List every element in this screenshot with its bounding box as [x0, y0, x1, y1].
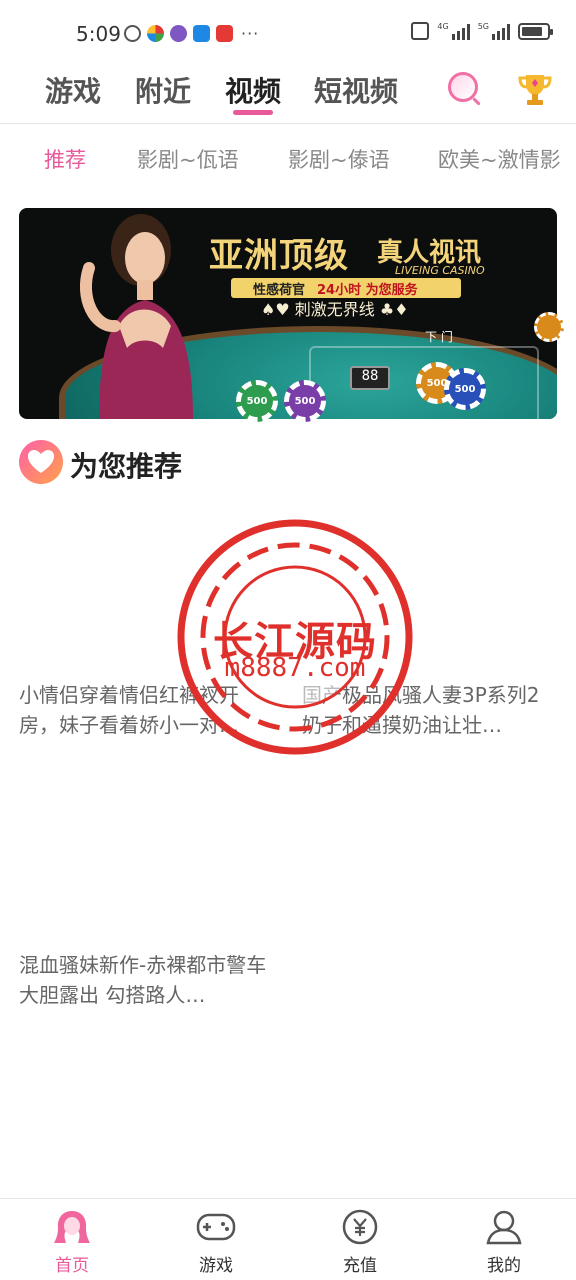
- status-bar: 5:09 ··· 4G 5G: [0, 0, 576, 62]
- trophy-icon[interactable]: [518, 72, 552, 108]
- banner-slogan: ♠♥ 刺激无界线 ♣♦: [261, 300, 409, 319]
- active-tab-indicator: [233, 110, 273, 115]
- flash-icon: [124, 25, 141, 42]
- tab-video[interactable]: 视频: [225, 70, 281, 110]
- ribbon-right-text: 24小时 为您服务: [317, 282, 418, 298]
- nav-games[interactable]: 游戏: [144, 1199, 288, 1280]
- yuan-coin-icon: [342, 1209, 378, 1245]
- nav-home-label: 首页: [55, 1256, 89, 1276]
- banner-subtitle-en: LIVEING CASINO: [395, 264, 485, 277]
- bottom-nav: 首页 游戏 充值 我的: [0, 1198, 576, 1280]
- nav-profile[interactable]: 我的: [432, 1199, 576, 1280]
- category-dai-drama[interactable]: 影剧~傣语: [288, 144, 390, 174]
- nav-games-label: 游戏: [199, 1256, 233, 1276]
- category-wa-drama[interactable]: 影剧~佤语: [137, 144, 239, 174]
- watermark-name: 长江源码: [213, 619, 377, 665]
- top-nav: 游戏 附近 视频 短视频: [0, 62, 576, 124]
- signal-5g-icon: 5G: [478, 22, 510, 40]
- infinity-icon: [170, 25, 187, 42]
- signal-4g-icon: 4G: [437, 22, 470, 40]
- telegram-icon: [193, 25, 210, 42]
- banner-ribbon: 性感荷官 24小时 为您服务: [231, 278, 461, 298]
- home-girl-icon: [54, 1211, 90, 1243]
- dealer-woman-image: [79, 214, 193, 419]
- video-card-title[interactable]: 国产极品风骚人妻3P系列2 奶子和逼摸奶油让壮…: [302, 680, 557, 740]
- nav-recharge[interactable]: 充值: [288, 1199, 432, 1280]
- user-icon: [486, 1210, 522, 1245]
- banner-title: 亚洲顶级: [209, 236, 349, 276]
- poker-chip: [534, 312, 564, 342]
- ribbon-left-text: 性感荷官: [253, 282, 306, 298]
- tab-nearby[interactable]: 附近: [135, 70, 191, 110]
- app-red-icon: [216, 25, 233, 42]
- section-title: 为您推荐: [70, 450, 183, 483]
- watermark-url: m8887.com: [224, 653, 366, 683]
- search-icon[interactable]: [448, 72, 478, 102]
- category-tabs: 推荐 影剧~佤语 影剧~傣语 欧美~激情影: [0, 140, 576, 180]
- category-recommend[interactable]: 推荐: [44, 144, 86, 174]
- notification-icons: ···: [124, 24, 259, 43]
- status-time: 5:09: [76, 22, 121, 46]
- digital-display: 88: [350, 366, 390, 390]
- poker-chip: 500: [444, 368, 486, 410]
- poker-chip: 500: [284, 380, 326, 422]
- tab-games[interactable]: 游戏: [45, 70, 101, 110]
- heart-icon: [19, 440, 63, 484]
- nav-profile-label: 我的: [487, 1256, 521, 1276]
- more-notifications: ···: [241, 24, 260, 43]
- tab-short-video[interactable]: 短视频: [314, 70, 398, 110]
- system-icons: 4G 5G: [411, 22, 553, 40]
- video-card-title[interactable]: 混血骚妹新作-赤裸都市警车大胆露出 勾搭路人…: [19, 950, 277, 1010]
- vibrate-icon: [411, 22, 430, 40]
- category-western[interactable]: 欧美~激情影: [438, 144, 561, 174]
- nav-recharge-label: 充值: [343, 1256, 377, 1276]
- table-label: 下 门: [425, 330, 453, 344]
- poker-chip: 500: [236, 380, 278, 422]
- gamepad-icon: [196, 1213, 236, 1241]
- app-colorful-icon: [147, 25, 164, 42]
- nav-home[interactable]: 首页: [0, 1199, 144, 1280]
- battery-icon: [518, 22, 553, 40]
- video-card-title[interactable]: 小情侣穿着情侣红裤衩开房，妹子看着娇小一对…: [19, 680, 277, 740]
